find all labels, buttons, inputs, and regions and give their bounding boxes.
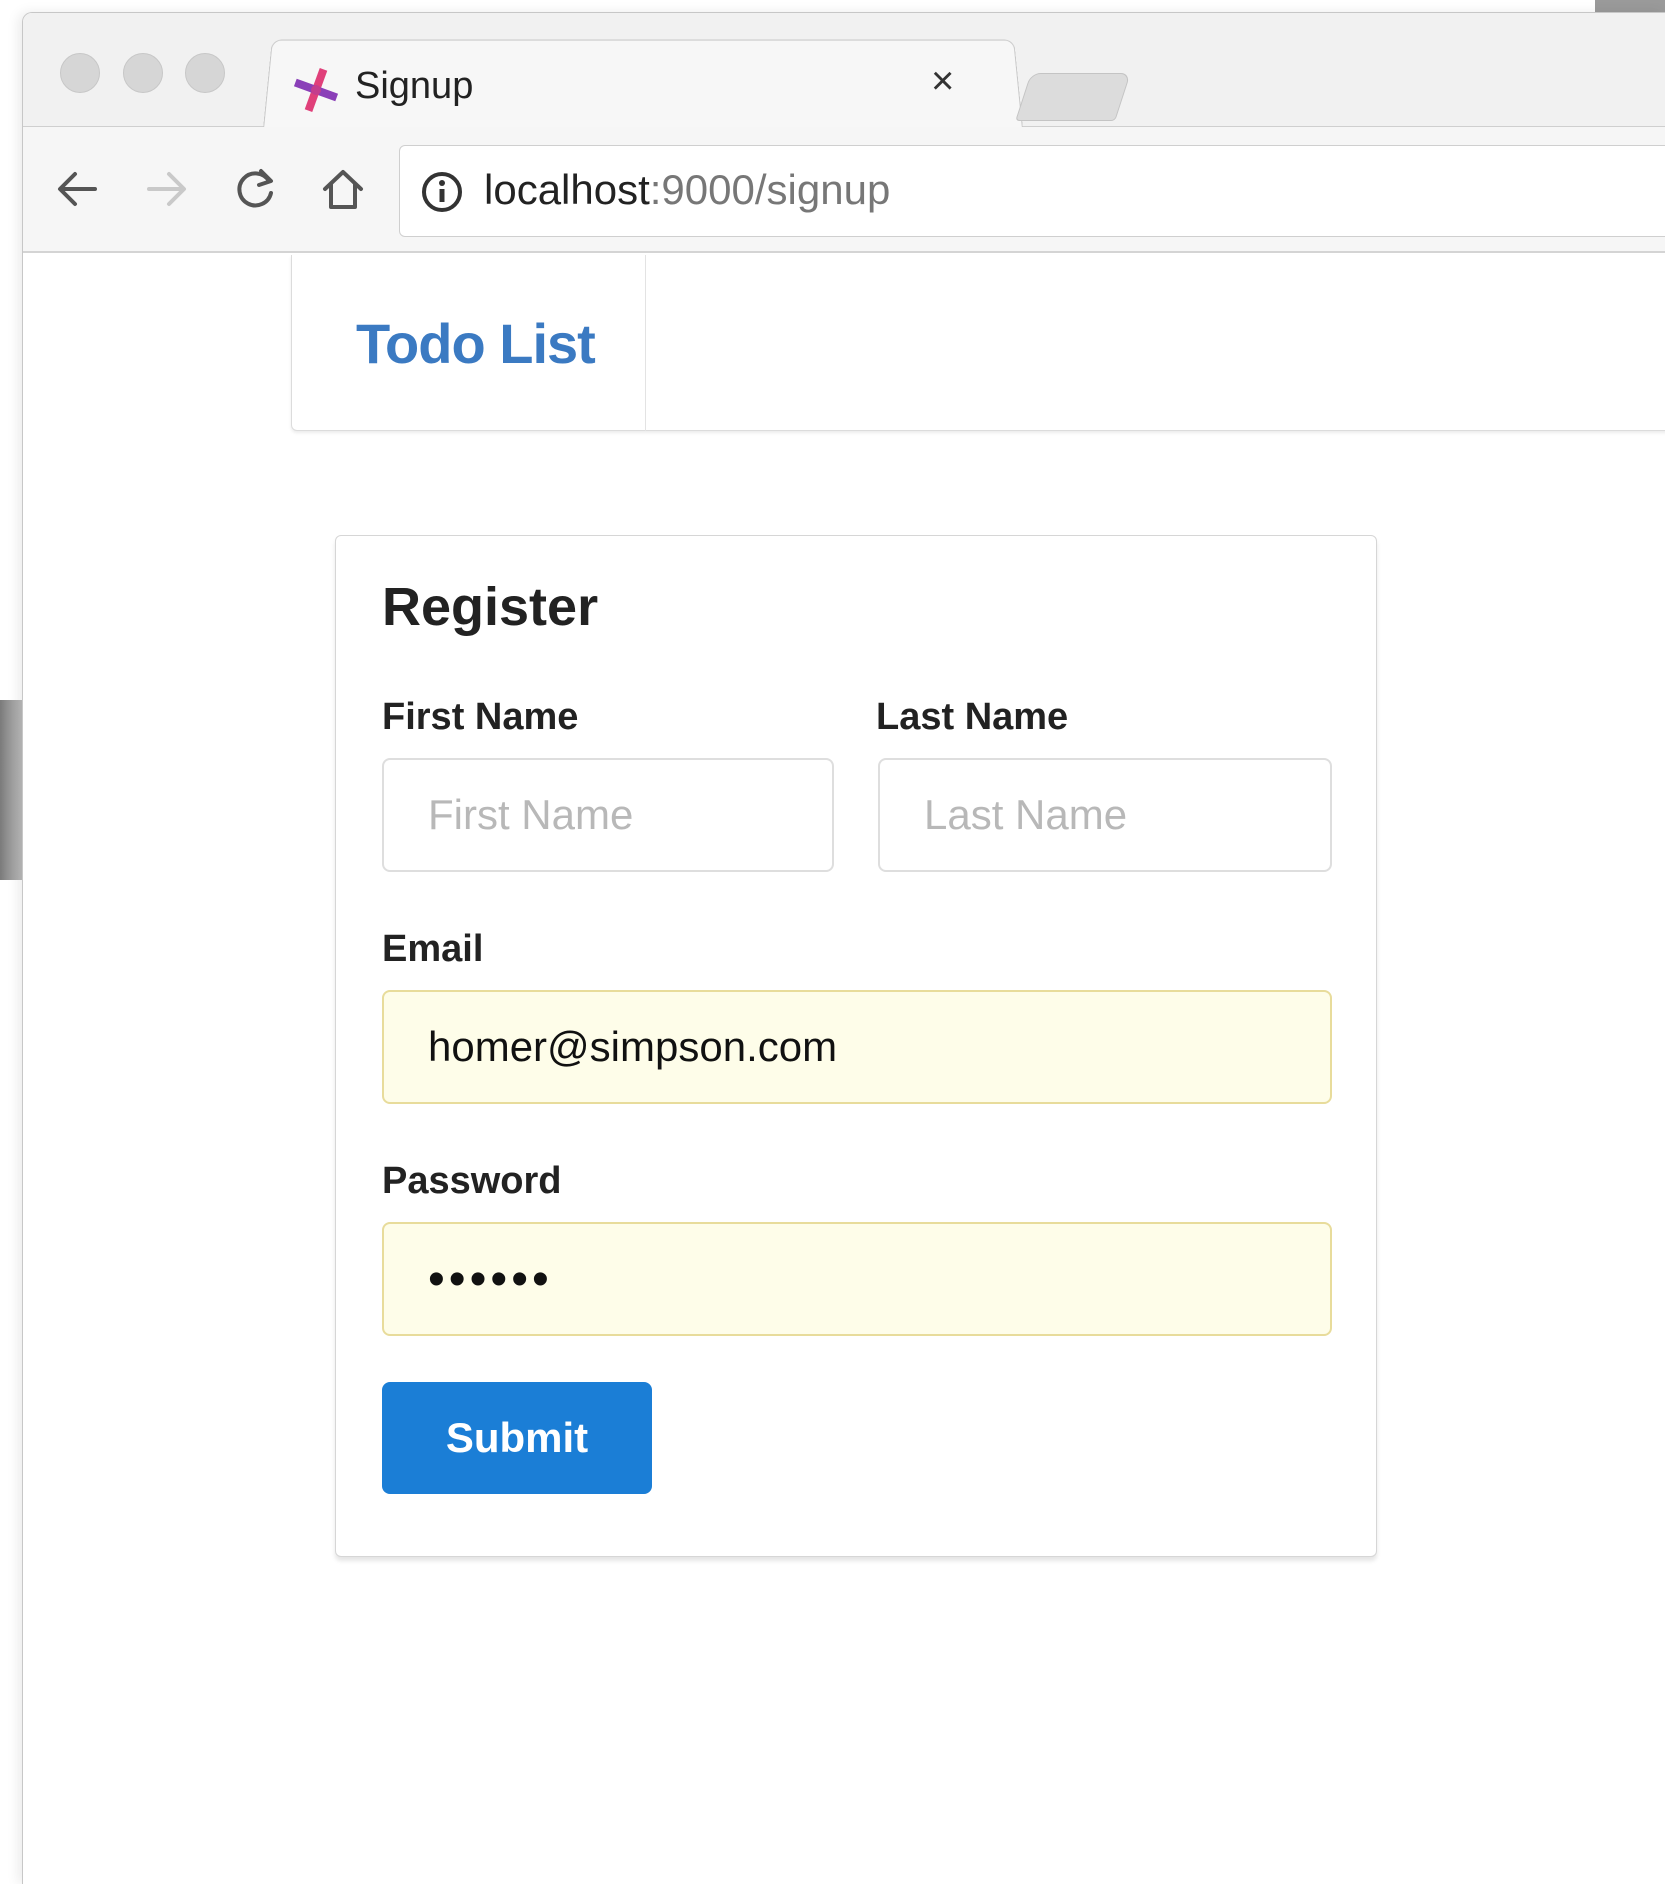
url-text[interactable]: localhost:9000/signup (484, 166, 890, 214)
email-label: Email (382, 928, 484, 970)
register-card: Register First Name Last Name Email Pass… (335, 535, 1377, 1557)
tab-close-icon[interactable]: × (931, 61, 954, 101)
url-path: :9000/signup (649, 166, 891, 213)
reload-icon[interactable] (229, 163, 281, 215)
active-tab-content: Signup × (293, 53, 993, 119)
last-name-input[interactable] (878, 758, 1332, 872)
info-icon[interactable] (420, 170, 464, 214)
app-navbar: Todo List (291, 255, 1665, 431)
window-close-light[interactable] (60, 53, 100, 93)
first-name-label: First Name (382, 696, 579, 738)
pinwheel-favicon-icon (293, 67, 339, 113)
window-zoom-light[interactable] (185, 53, 225, 93)
first-name-input[interactable] (382, 758, 834, 872)
window-minimize-light[interactable] (123, 53, 163, 93)
last-name-label: Last Name (876, 696, 1069, 738)
password-input[interactable] (382, 1222, 1332, 1336)
new-tab-button[interactable] (1015, 73, 1131, 121)
forward-arrow-icon[interactable] (141, 163, 193, 215)
brand-link[interactable]: Todo List (356, 311, 596, 376)
url-host: localhost (484, 166, 650, 213)
password-label: Password (382, 1160, 562, 1202)
email-input[interactable] (382, 990, 1332, 1104)
back-arrow-icon[interactable] (51, 163, 103, 215)
tab-title: Signup (355, 65, 474, 107)
submit-button[interactable]: Submit (382, 1382, 652, 1494)
page-viewport: Todo List Register First Name Last Name … (23, 255, 1665, 1884)
tab-strip: Signup × (23, 13, 1665, 129)
home-icon[interactable] (317, 163, 369, 215)
navbar-brand-cell: Todo List (292, 255, 646, 431)
register-title: Register (382, 577, 599, 637)
browser-window: Signup × localhost:9000/signup Todo List… (22, 12, 1665, 1884)
browser-toolbar: localhost:9000/signup (23, 127, 1665, 253)
address-bar[interactable]: localhost:9000/signup (399, 145, 1665, 237)
